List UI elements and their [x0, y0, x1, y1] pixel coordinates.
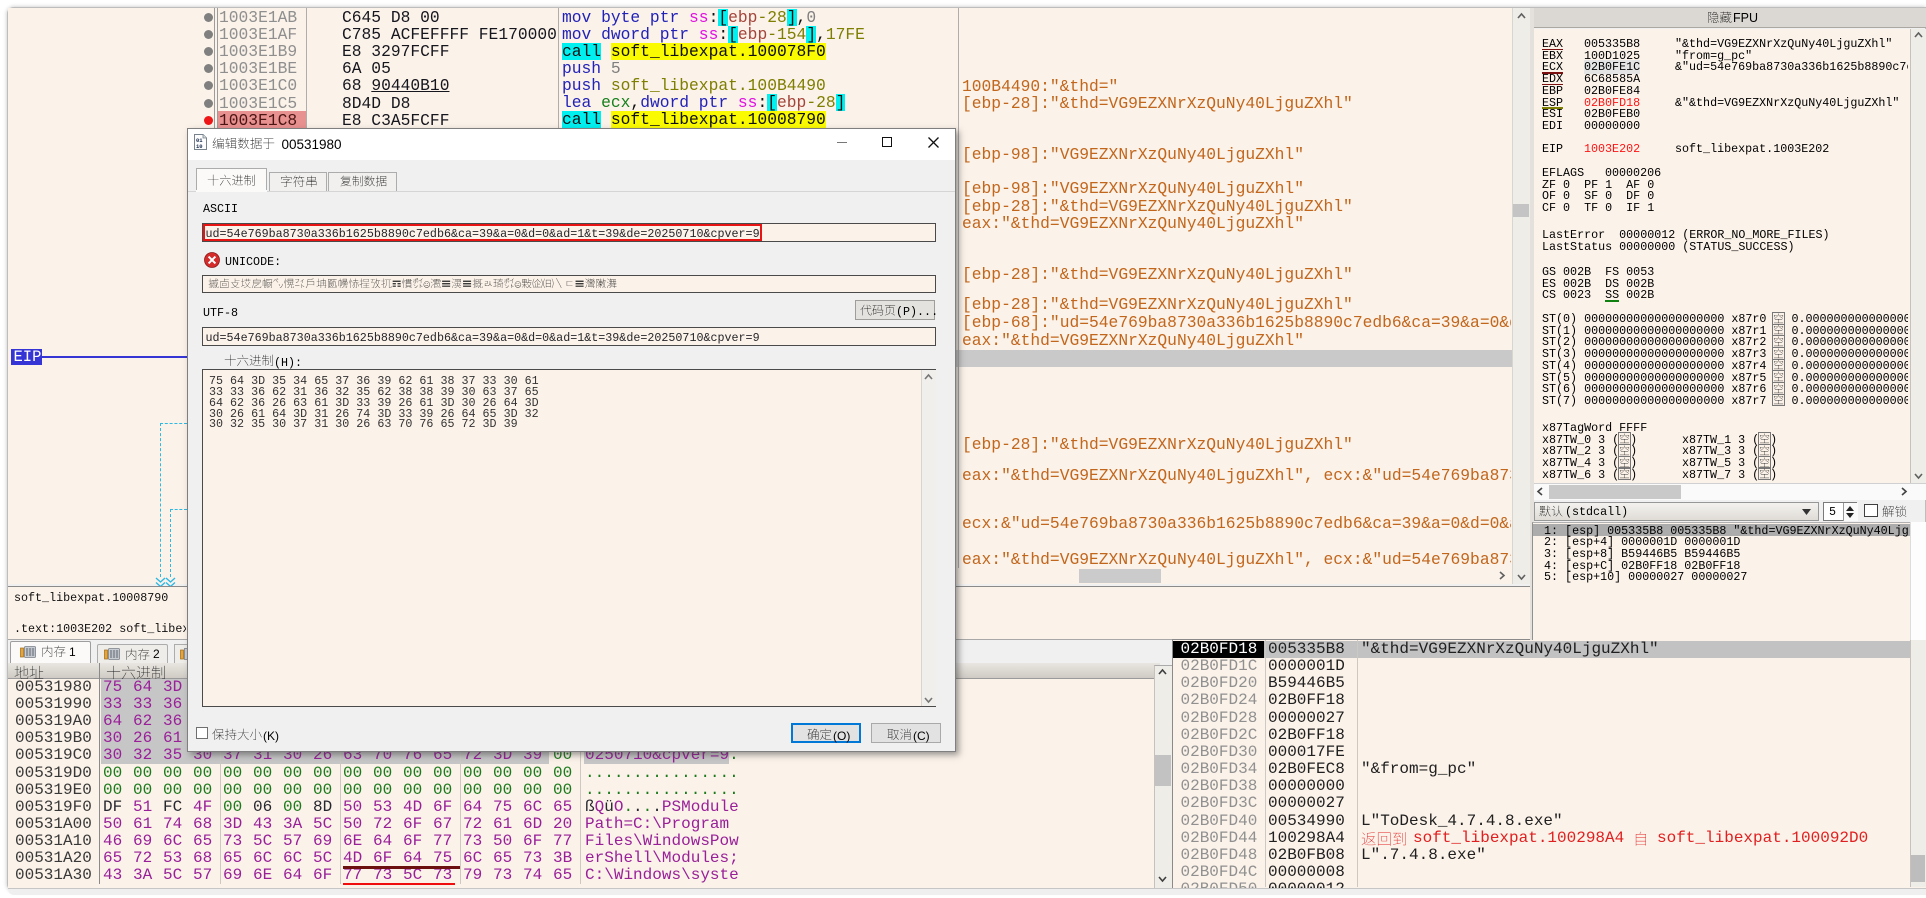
svg-text:10: 10 [196, 143, 203, 150]
